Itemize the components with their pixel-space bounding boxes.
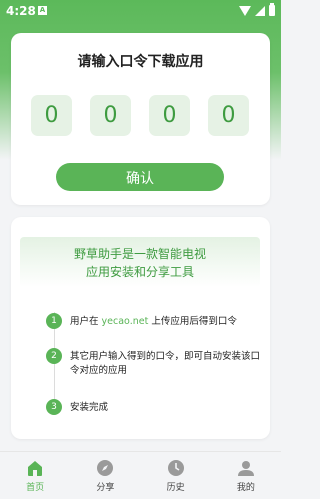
step-text: 用户在 yecao.net 上传应用后得到口令 xyxy=(70,315,266,329)
step-text-suffix: 上传应用后得到口令 xyxy=(148,316,237,327)
wifi-icon xyxy=(239,5,251,16)
bottom-nav: 首页 分享 历史 我的 xyxy=(0,451,281,499)
code-digit-1[interactable]: 0 xyxy=(31,95,72,136)
signal-icon xyxy=(255,5,265,16)
status-time: 4:28 xyxy=(6,4,36,18)
code-digit-3[interactable]: 0 xyxy=(149,95,190,136)
nav-item-history[interactable]: 历史 xyxy=(141,452,211,499)
code-card: 请输入口令下载应用 0 0 0 0 确认 xyxy=(11,33,270,205)
nav-item-share[interactable]: 分享 xyxy=(70,452,140,499)
code-input-row: 0 0 0 0 xyxy=(31,95,249,136)
intro-line-2: 应用安装和分享工具 xyxy=(85,265,194,279)
intro-line-1: 野草助手是一款智能电视 xyxy=(73,247,206,261)
nav-label: 分享 xyxy=(96,483,115,493)
step-number-badge: 3 xyxy=(46,399,62,415)
step-number-badge: 1 xyxy=(46,313,62,329)
status-bar: 4:28 A xyxy=(0,0,281,24)
intro-banner: 野草助手是一款智能电视 应用安装和分享工具 xyxy=(20,237,260,287)
intro-card: 野草助手是一款智能电视 应用安装和分享工具 1 用户在 yecao.net 上传… xyxy=(11,217,270,439)
confirm-button[interactable]: 确认 xyxy=(56,163,224,191)
status-icons xyxy=(239,3,275,16)
step-text-prefix: 用户在 xyxy=(70,316,102,327)
code-card-title: 请输入口令下载应用 xyxy=(77,54,204,70)
home-icon xyxy=(28,461,43,476)
nav-item-home[interactable]: 首页 xyxy=(0,452,70,499)
compass-icon xyxy=(97,460,114,476)
nav-label: 历史 xyxy=(166,483,185,493)
battery-icon xyxy=(269,3,275,16)
clock-icon xyxy=(167,460,184,476)
step-number-badge: 2 xyxy=(46,348,62,364)
person-icon xyxy=(237,461,254,476)
step-text: 安装完成 xyxy=(70,402,109,413)
nav-item-mine[interactable]: 我的 xyxy=(211,452,281,499)
step-text: 其它用户输入得到的口令，即可自动安装该口令对应的应用 xyxy=(70,351,261,376)
code-digit-2[interactable]: 0 xyxy=(90,95,131,136)
nav-label: 首页 xyxy=(26,483,45,493)
yecao-link[interactable]: yecao.net xyxy=(102,316,149,327)
nav-label: 我的 xyxy=(236,483,255,493)
code-digit-4[interactable]: 0 xyxy=(208,95,249,136)
notification-icon: A xyxy=(38,6,47,15)
